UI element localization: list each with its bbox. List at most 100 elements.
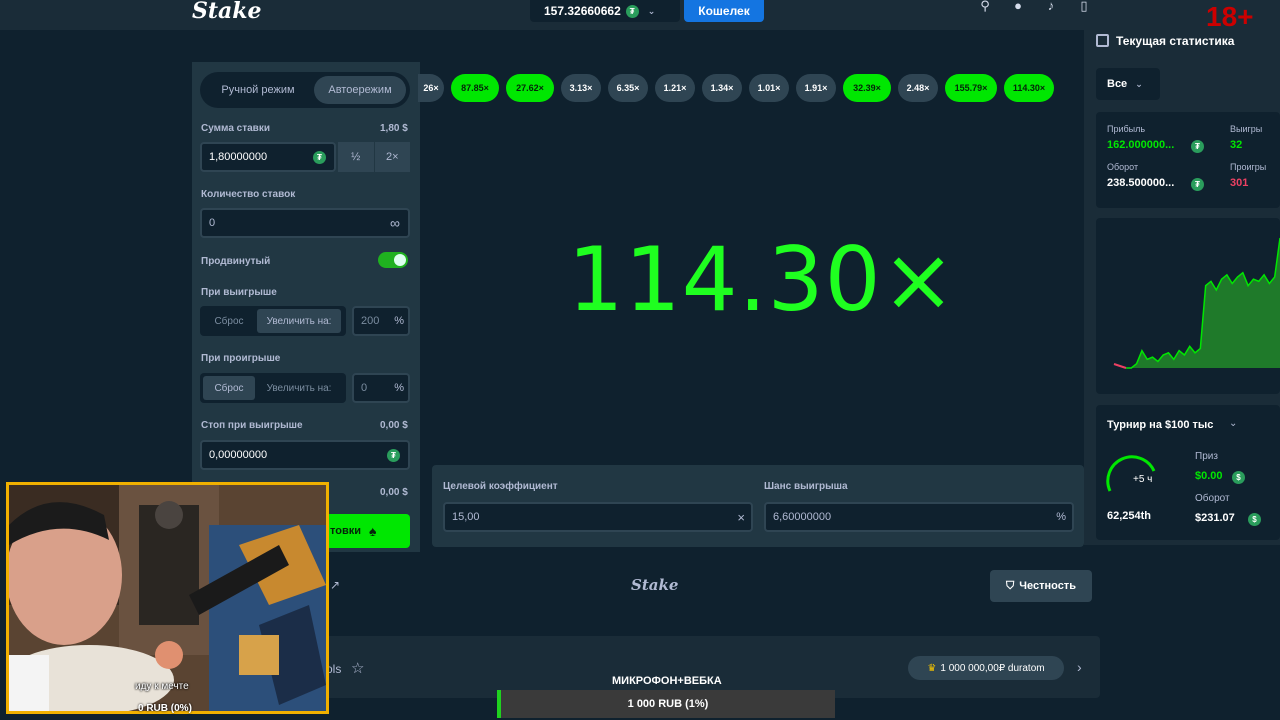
streamer-webcam <box>6 482 329 714</box>
trophy-icon: ♛ <box>927 662 937 674</box>
profit-chart-card <box>1096 218 1280 394</box>
half-bet-button[interactable]: ½ <box>338 142 375 172</box>
stats-filter-select[interactable]: Все ⌄ <box>1096 68 1160 100</box>
stop-win-value: 0,00000000 <box>209 449 268 461</box>
bell-icon[interactable]: ♪ <box>1043 0 1059 14</box>
percent-icon: % <box>394 315 404 327</box>
age-badge: 18+ <box>1206 1 1254 32</box>
current-multiplier: 114.30× <box>567 228 957 331</box>
donate-text: 1 000 000,00₽ duratom <box>940 662 1045 674</box>
on-win-value: 200 <box>361 315 380 327</box>
sidebar-toggle-icon[interactable]: ▯ <box>1076 0 1092 14</box>
profit-area <box>1126 238 1280 368</box>
history-multiplier-pill[interactable]: 1.21× <box>655 74 695 102</box>
tournament-rank: 62,254th <box>1107 510 1152 522</box>
wins-label: Выигры <box>1230 124 1263 134</box>
on-win-percent-input[interactable]: 200 % <box>352 306 410 336</box>
on-loss-increase-button[interactable]: Увеличить на: <box>257 376 341 400</box>
fairness-button[interactable]: ⛉ Честность <box>990 570 1092 602</box>
wallet-button[interactable]: Кошелек <box>684 0 764 22</box>
bet-amount-input[interactable]: 1,80000000 ₮ <box>200 142 336 172</box>
double-bet-button[interactable]: 2× <box>375 142 411 172</box>
history-multiplier-pill[interactable]: 155.79× <box>945 74 997 102</box>
history-multiplier-pill[interactable]: 3.13× <box>561 74 601 102</box>
on-win-increase-button[interactable]: Увеличить на: <box>257 309 341 333</box>
start-autobet-button[interactable]: товки ♠ <box>322 514 410 548</box>
history-multiplier-pill[interactable]: 1.01× <box>749 74 789 102</box>
donation-goal-bar: 1 000 RUB (1%) <box>497 690 835 718</box>
top-donate-pill: ♛ 1 000 000,00₽ duratom <box>908 656 1064 680</box>
win-chance-value: 6,60000000 <box>773 511 832 523</box>
advanced-toggle[interactable] <box>378 252 408 268</box>
webcam-scene-image <box>9 485 326 711</box>
bet-amount-label: Сумма ставки <box>201 123 270 134</box>
bet-count-label: Количество ставок <box>201 189 296 200</box>
spade-icon: ♠ <box>369 523 377 539</box>
on-loss-value: 0 <box>361 382 368 394</box>
star-icon[interactable]: ☆ <box>351 659 364 677</box>
win-chance-input[interactable]: 6,60000000 % <box>764 502 1074 532</box>
chevron-right-icon[interactable]: › <box>1077 659 1082 675</box>
stop-win-label: Стоп при выигрыше <box>201 420 303 431</box>
turnover-label: Оборот <box>1107 162 1139 172</box>
history-multiplier-pill[interactable]: 87.85× <box>451 74 499 102</box>
tournament-turnover-label: Оборот <box>1195 493 1230 504</box>
tether-coin-icon: ₮ <box>313 150 326 164</box>
history-multiplier-pill[interactable]: 2.48× <box>898 74 938 102</box>
stop-win-usd: 0,00 $ <box>380 420 408 431</box>
tournament-timer: +5 ч <box>1133 474 1153 485</box>
prize-label: Приз <box>1195 451 1218 462</box>
tournament-turnover-value: $231.07 <box>1195 512 1235 524</box>
wins-value: 32 <box>1230 139 1243 151</box>
profit-chart <box>1113 237 1280 369</box>
webcam-goal-amount: 0 RUB (0%) <box>138 703 192 714</box>
loss-segment <box>1113 363 1127 369</box>
dollar-coin-icon: $ <box>1232 471 1245 484</box>
history-multiplier-pill[interactable]: 1.91× <box>796 74 836 102</box>
on-loss-percent-input[interactable]: 0 % <box>352 373 410 403</box>
chevron-down-icon[interactable]: ⌄ <box>1229 418 1237 429</box>
losses-value: 301 <box>1230 177 1249 189</box>
win-chance-label: Шанс выигрыша <box>764 481 848 492</box>
on-win-mode: Сброс Увеличить на: <box>200 306 346 336</box>
history-multiplier-pill[interactable]: 32.39× <box>843 74 891 102</box>
on-win-label: При выигрыше <box>201 287 277 298</box>
bet-modifiers: ½ 2× <box>338 142 410 172</box>
bet-count-value: 0 <box>209 217 216 229</box>
percent-icon: % <box>394 382 404 394</box>
bet-amount-value: 1,80000000 <box>209 151 268 163</box>
stats-filter-value: Все <box>1107 78 1128 90</box>
tournament-title[interactable]: Турнир на $100 тыс <box>1107 419 1213 431</box>
tether-coin-icon: ₮ <box>625 4 639 18</box>
stake-logo[interactable]: Stake <box>192 0 262 24</box>
history-multiplier-pill[interactable]: 27.62× <box>506 74 554 102</box>
tab-auto[interactable]: Автоережим <box>314 76 406 104</box>
tether-coin-icon: ₮ <box>387 448 400 462</box>
stop-win-input[interactable]: 0,00000000 ₮ <box>200 440 410 470</box>
bet-count-input[interactable]: 0 ∞ <box>200 208 410 238</box>
advanced-label: Продвинутый <box>201 256 271 267</box>
tether-coin-icon: ₮ <box>1191 140 1204 153</box>
on-win-reset-button[interactable]: Сброс <box>203 309 255 333</box>
target-multiplier-input[interactable]: 15,00 × <box>443 502 753 532</box>
on-loss-mode: Сброс Увеличить на: <box>200 373 346 403</box>
history-multiplier-pill[interactable]: 114.30× <box>1004 74 1054 102</box>
clear-icon[interactable]: × <box>737 510 745 525</box>
shield-icon: ⛉ <box>1006 579 1015 592</box>
history-multiplier-pill[interactable]: 1.34× <box>702 74 742 102</box>
chevron-down-icon: ⌄ <box>647 5 656 16</box>
profit-label: Прибыль <box>1107 124 1146 134</box>
tab-manual[interactable]: Ручной режим <box>204 76 312 104</box>
percent-icon: % <box>1056 511 1066 523</box>
balance-display[interactable]: 157.32660662 ₮ ⌄ <box>530 0 680 22</box>
stats-title: Текущая статистика <box>1116 34 1235 48</box>
fullscreen-icon[interactable]: ↗ <box>330 578 340 592</box>
user-icon[interactable]: ● <box>1010 0 1026 14</box>
on-loss-reset-button[interactable]: Сброс <box>203 376 255 400</box>
search-icon[interactable]: ⚲ <box>977 0 993 14</box>
chevron-down-icon: ⌄ <box>1135 78 1143 89</box>
losses-label: Проигры <box>1230 162 1267 172</box>
prize-value: $0.00 <box>1195 470 1223 482</box>
fairness-label: Честность <box>1019 580 1076 592</box>
history-multiplier-pill[interactable]: 6.35× <box>608 74 648 102</box>
